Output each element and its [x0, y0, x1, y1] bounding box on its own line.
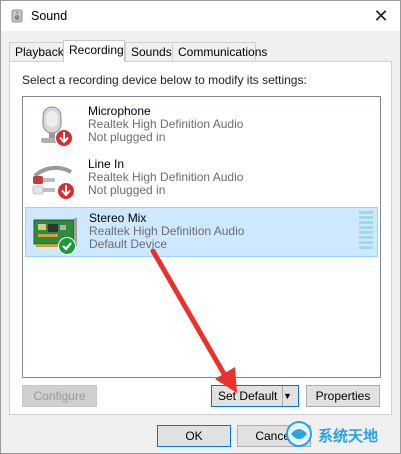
- green-check-badge: [58, 237, 76, 255]
- sound-card-icon: [33, 218, 77, 255]
- device-driver: Realtek High Definition Audio: [88, 117, 244, 131]
- tab-recording[interactable]: Recording: [63, 40, 125, 62]
- close-button[interactable]: ✕: [370, 5, 392, 27]
- speaker-icon: [11, 9, 23, 23]
- microphone-icon: [41, 106, 73, 147]
- device-name: Line In: [88, 157, 125, 171]
- ok-button[interactable]: OK: [157, 425, 231, 447]
- set-default-button[interactable]: Set Default ▼: [211, 385, 299, 407]
- tab-sounds[interactable]: Sounds: [125, 42, 173, 61]
- device-name: Microphone: [88, 104, 151, 118]
- close-icon: ✕: [373, 6, 389, 26]
- device-item-microphone[interactable]: Microphone Realtek High Definition Audio…: [25, 101, 378, 151]
- tab-communications[interactable]: Communications: [172, 42, 267, 61]
- chevron-down-icon[interactable]: ▼: [282, 386, 298, 406]
- device-driver: Realtek High Definition Audio: [88, 170, 244, 184]
- device-item-line-in[interactable]: Line In Realtek High Definition Audio No…: [25, 154, 378, 204]
- watermark: 系统天地: [282, 419, 392, 449]
- down-arrow-red-badge: [55, 129, 73, 147]
- recording-panel: Select a recording device below to modif…: [9, 61, 392, 415]
- device-status: Not plugged in: [88, 130, 166, 144]
- level-meter: [359, 211, 373, 253]
- title-bar: Sound ✕: [1, 1, 400, 31]
- sound-dialog: Sound ✕ Playback Recording Sounds Commun…: [0, 0, 401, 454]
- window-title: Sound: [31, 9, 68, 23]
- watermark-text: 系统天地: [318, 427, 379, 445]
- device-driver: Realtek High Definition Audio: [89, 224, 245, 238]
- tab-playback[interactable]: Playback: [9, 42, 64, 61]
- instruction-text: Select a recording device below to modif…: [22, 73, 307, 87]
- line-in-cable-icon: [32, 165, 75, 200]
- device-item-stereo-mix[interactable]: Stereo Mix Realtek High Definition Audio…: [25, 207, 378, 257]
- properties-button[interactable]: Properties: [306, 385, 380, 407]
- watermark-logo-icon: [286, 421, 312, 447]
- set-default-label: Set Default: [218, 389, 278, 403]
- configure-button[interactable]: Configure: [22, 385, 97, 407]
- device-status: Default Device: [89, 237, 168, 251]
- device-name: Stereo Mix: [89, 211, 147, 225]
- down-arrow-red-badge: [57, 182, 75, 200]
- device-status: Not plugged in: [88, 183, 166, 197]
- device-list[interactable]: Microphone Realtek High Definition Audio…: [22, 96, 381, 378]
